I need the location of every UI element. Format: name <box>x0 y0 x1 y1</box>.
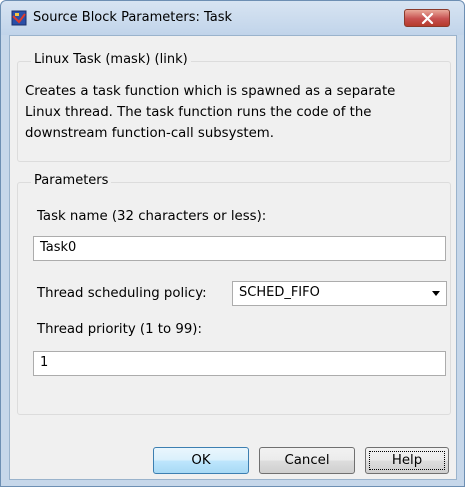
scheduling-policy-value: SCHED_FIFO <box>239 285 320 300</box>
ok-button[interactable]: OK <box>153 447 249 474</box>
thread-priority-label: Thread priority (1 to 99): <box>37 322 202 337</box>
dropdown-arrow-icon <box>432 291 440 296</box>
task-name-input[interactable]: Task0 <box>33 236 446 261</box>
window-title: Source Block Parameters: Task <box>33 10 233 25</box>
dialog-window: Source Block Parameters: Task Linux Task… <box>0 0 465 487</box>
thread-priority-input[interactable]: 1 <box>33 351 446 376</box>
task-name-label: Task name (32 characters or less): <box>37 209 267 224</box>
mask-group-title: Linux Task (mask) (link) <box>31 52 191 67</box>
simulink-block-icon <box>11 10 27 26</box>
scheduling-policy-select[interactable]: SCHED_FIFO <box>232 281 447 306</box>
close-button[interactable] <box>404 9 450 27</box>
mask-description: Creates a task function which is spawned… <box>25 84 396 141</box>
close-icon <box>421 13 434 24</box>
parameters-group-title: Parameters <box>31 173 112 188</box>
cancel-button[interactable]: Cancel <box>259 447 355 474</box>
title-bar[interactable]: Source Block Parameters: Task <box>1 1 464 35</box>
help-button[interactable]: Help <box>365 447 449 474</box>
scheduling-policy-label: Thread scheduling policy: <box>37 286 207 301</box>
